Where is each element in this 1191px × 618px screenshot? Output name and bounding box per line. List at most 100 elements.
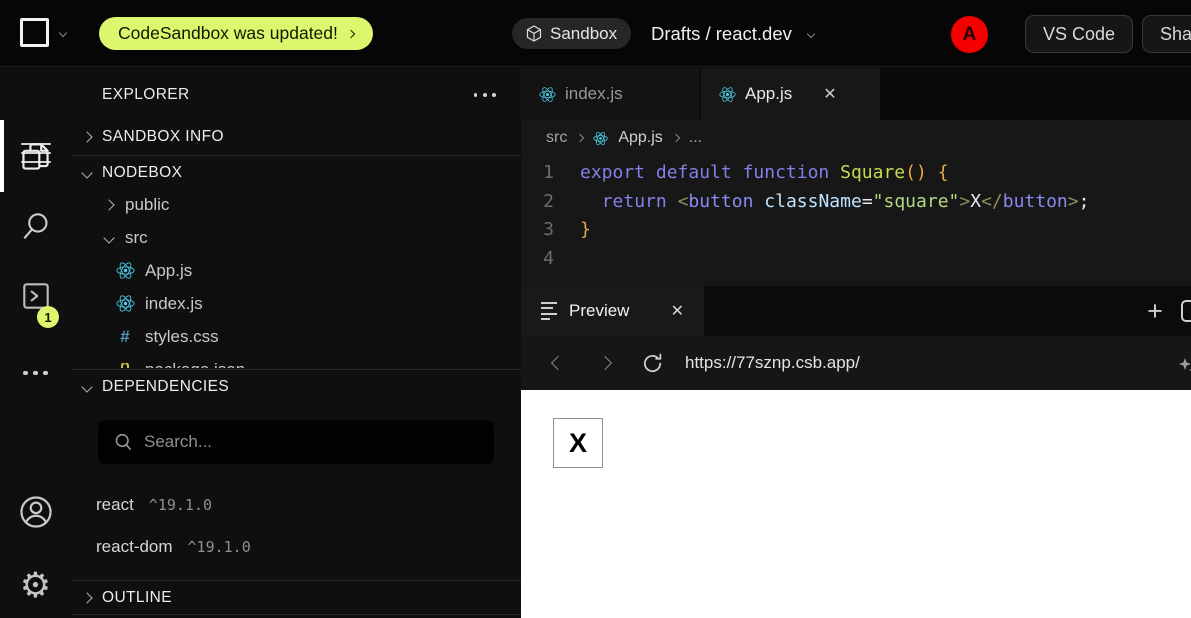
css-icon: # xyxy=(112,327,138,347)
search-icon xyxy=(20,210,52,242)
sandbox-badge-label: Sandbox xyxy=(550,24,617,44)
preview-content: X xyxy=(521,390,1191,618)
files-view-button[interactable] xyxy=(0,140,71,172)
react-icon xyxy=(112,294,138,313)
ellipsis-icon xyxy=(23,371,48,376)
explorer-menu-icon[interactable] xyxy=(474,93,496,97)
dependency-row[interactable]: react ^19.1.0 xyxy=(96,488,496,522)
chevron-down-icon xyxy=(81,381,92,392)
cube-icon xyxy=(526,25,542,42)
chevron-right-icon xyxy=(672,134,680,142)
share-button[interactable]: Share xyxy=(1142,15,1191,53)
forward-button[interactable] xyxy=(592,350,618,376)
tree-file-stylescss[interactable]: # styles.css xyxy=(71,320,521,353)
editor-panel: index.js App.js ✕ src xyxy=(521,68,1191,618)
dependency-search xyxy=(98,420,494,464)
terminal-view-button[interactable]: 1 xyxy=(0,280,71,312)
avatar[interactable]: A xyxy=(951,16,988,53)
section-nodebox[interactable]: NODEBOX xyxy=(71,156,521,189)
preview-tab[interactable]: Preview ✕ xyxy=(521,286,704,336)
project-breadcrumb-label: Drafts / react.dev xyxy=(651,23,792,45)
terminal-badge: 1 xyxy=(37,306,59,328)
dependency-row[interactable]: react-dom ^19.1.0 xyxy=(96,530,496,564)
refresh-icon xyxy=(641,352,664,375)
breadcrumb-folder[interactable]: src xyxy=(546,129,567,147)
tab-indexjs[interactable]: index.js xyxy=(521,68,701,120)
chevron-down-icon xyxy=(59,28,67,36)
section-label: SANDBOX INFO xyxy=(102,128,224,146)
section-outline[interactable]: OUTLINE xyxy=(71,581,521,614)
sandbox-type-badge[interactable]: Sandbox xyxy=(512,18,631,49)
react-icon xyxy=(719,86,736,103)
profile-icon xyxy=(18,494,54,530)
tab-appjs[interactable]: App.js ✕ xyxy=(701,68,881,120)
chevron-right-icon xyxy=(576,134,584,142)
files-icon xyxy=(19,140,52,173)
main-area: 1 ⚙ EXPLORER xyxy=(0,68,1191,618)
tree-file-indexjs[interactable]: index.js xyxy=(71,287,521,320)
preview-tabbar: Preview ✕ + xyxy=(521,286,1191,336)
code-editor[interactable]: 1export default function Square() {2 ret… xyxy=(521,156,1191,286)
square-button[interactable]: X xyxy=(553,418,603,468)
open-pane-icon[interactable] xyxy=(1181,300,1191,322)
section-label: NODEBOX xyxy=(102,164,182,182)
dependency-name: react xyxy=(96,495,134,515)
tree-folder-public[interactable]: public xyxy=(71,188,521,221)
url-field[interactable]: https://77sznp.csb.app/ xyxy=(685,353,860,373)
preview-urlbar: https://77sznp.csb.app/ xyxy=(521,336,1191,390)
search-icon xyxy=(113,432,133,452)
code-line: 2 return <button className="square">X</b… xyxy=(521,188,1191,217)
preview-tab-label: Preview xyxy=(569,301,629,321)
tree-file-packagejson[interactable]: {} package.json xyxy=(71,353,521,368)
breadcrumb-file[interactable]: App.js xyxy=(618,129,662,147)
dependency-search-input[interactable] xyxy=(144,432,479,452)
chevron-right-icon xyxy=(81,592,92,603)
file-name: styles.css xyxy=(145,327,219,347)
folder-name: public xyxy=(125,195,169,215)
divider xyxy=(71,614,521,615)
search-view-button[interactable] xyxy=(0,210,71,242)
new-preview-button[interactable]: + xyxy=(1139,295,1171,327)
topbar: CodeSandbox was updated! Sandbox Drafts … xyxy=(0,0,1191,67)
chevron-right-icon xyxy=(598,356,612,370)
chevron-right-icon xyxy=(347,29,355,37)
breadcrumb-more[interactable]: ... xyxy=(689,129,702,147)
dependency-version: ^19.1.0 xyxy=(149,496,212,514)
code-line: 3} xyxy=(521,216,1191,245)
sparkle-icon[interactable] xyxy=(1177,356,1191,376)
tree-clip: {} package.json xyxy=(71,353,521,368)
open-vscode-button[interactable]: VS Code xyxy=(1025,15,1133,53)
file-name: index.js xyxy=(145,294,203,314)
close-tab-icon[interactable]: ✕ xyxy=(823,84,836,104)
file-name: package.json xyxy=(145,360,245,369)
folder-name: src xyxy=(125,228,148,248)
settings-button[interactable]: ⚙ xyxy=(0,566,71,604)
account-button[interactable] xyxy=(0,494,71,530)
code-line: 4 xyxy=(521,245,1191,274)
refresh-button[interactable] xyxy=(639,350,665,376)
back-button[interactable] xyxy=(545,350,571,376)
codesandbox-logo-icon xyxy=(20,18,49,47)
close-preview-icon[interactable]: ✕ xyxy=(671,301,684,321)
section-sandbox-info[interactable]: SANDBOX INFO xyxy=(71,120,521,154)
tab-label: index.js xyxy=(565,84,623,104)
dependency-version: ^19.1.0 xyxy=(188,538,251,556)
project-breadcrumb[interactable]: Drafts / react.dev xyxy=(651,0,814,67)
editor-breadcrumb: src App.js ... xyxy=(521,120,1191,156)
chevron-down-icon xyxy=(81,167,92,178)
activity-bar: 1 ⚙ xyxy=(0,68,71,618)
tree-file-appjs[interactable]: App.js xyxy=(71,254,521,287)
update-banner-button[interactable]: CodeSandbox was updated! xyxy=(99,17,373,50)
preview-list-icon xyxy=(541,302,557,320)
code-line: 1export default function Square() { xyxy=(521,159,1191,188)
chevron-right-icon xyxy=(81,131,92,142)
workspace-menu-button[interactable] xyxy=(20,18,66,47)
file-name: App.js xyxy=(145,261,192,281)
react-icon xyxy=(539,86,556,103)
tree-folder-src[interactable]: src xyxy=(71,221,521,254)
codesandbox-window: CodeSandbox was updated! Sandbox Drafts … xyxy=(0,0,1191,618)
more-views-button[interactable] xyxy=(0,363,71,383)
gear-icon: ⚙ xyxy=(20,568,51,603)
chevron-down-icon xyxy=(807,29,815,37)
section-dependencies[interactable]: DEPENDENCIES xyxy=(71,370,521,404)
